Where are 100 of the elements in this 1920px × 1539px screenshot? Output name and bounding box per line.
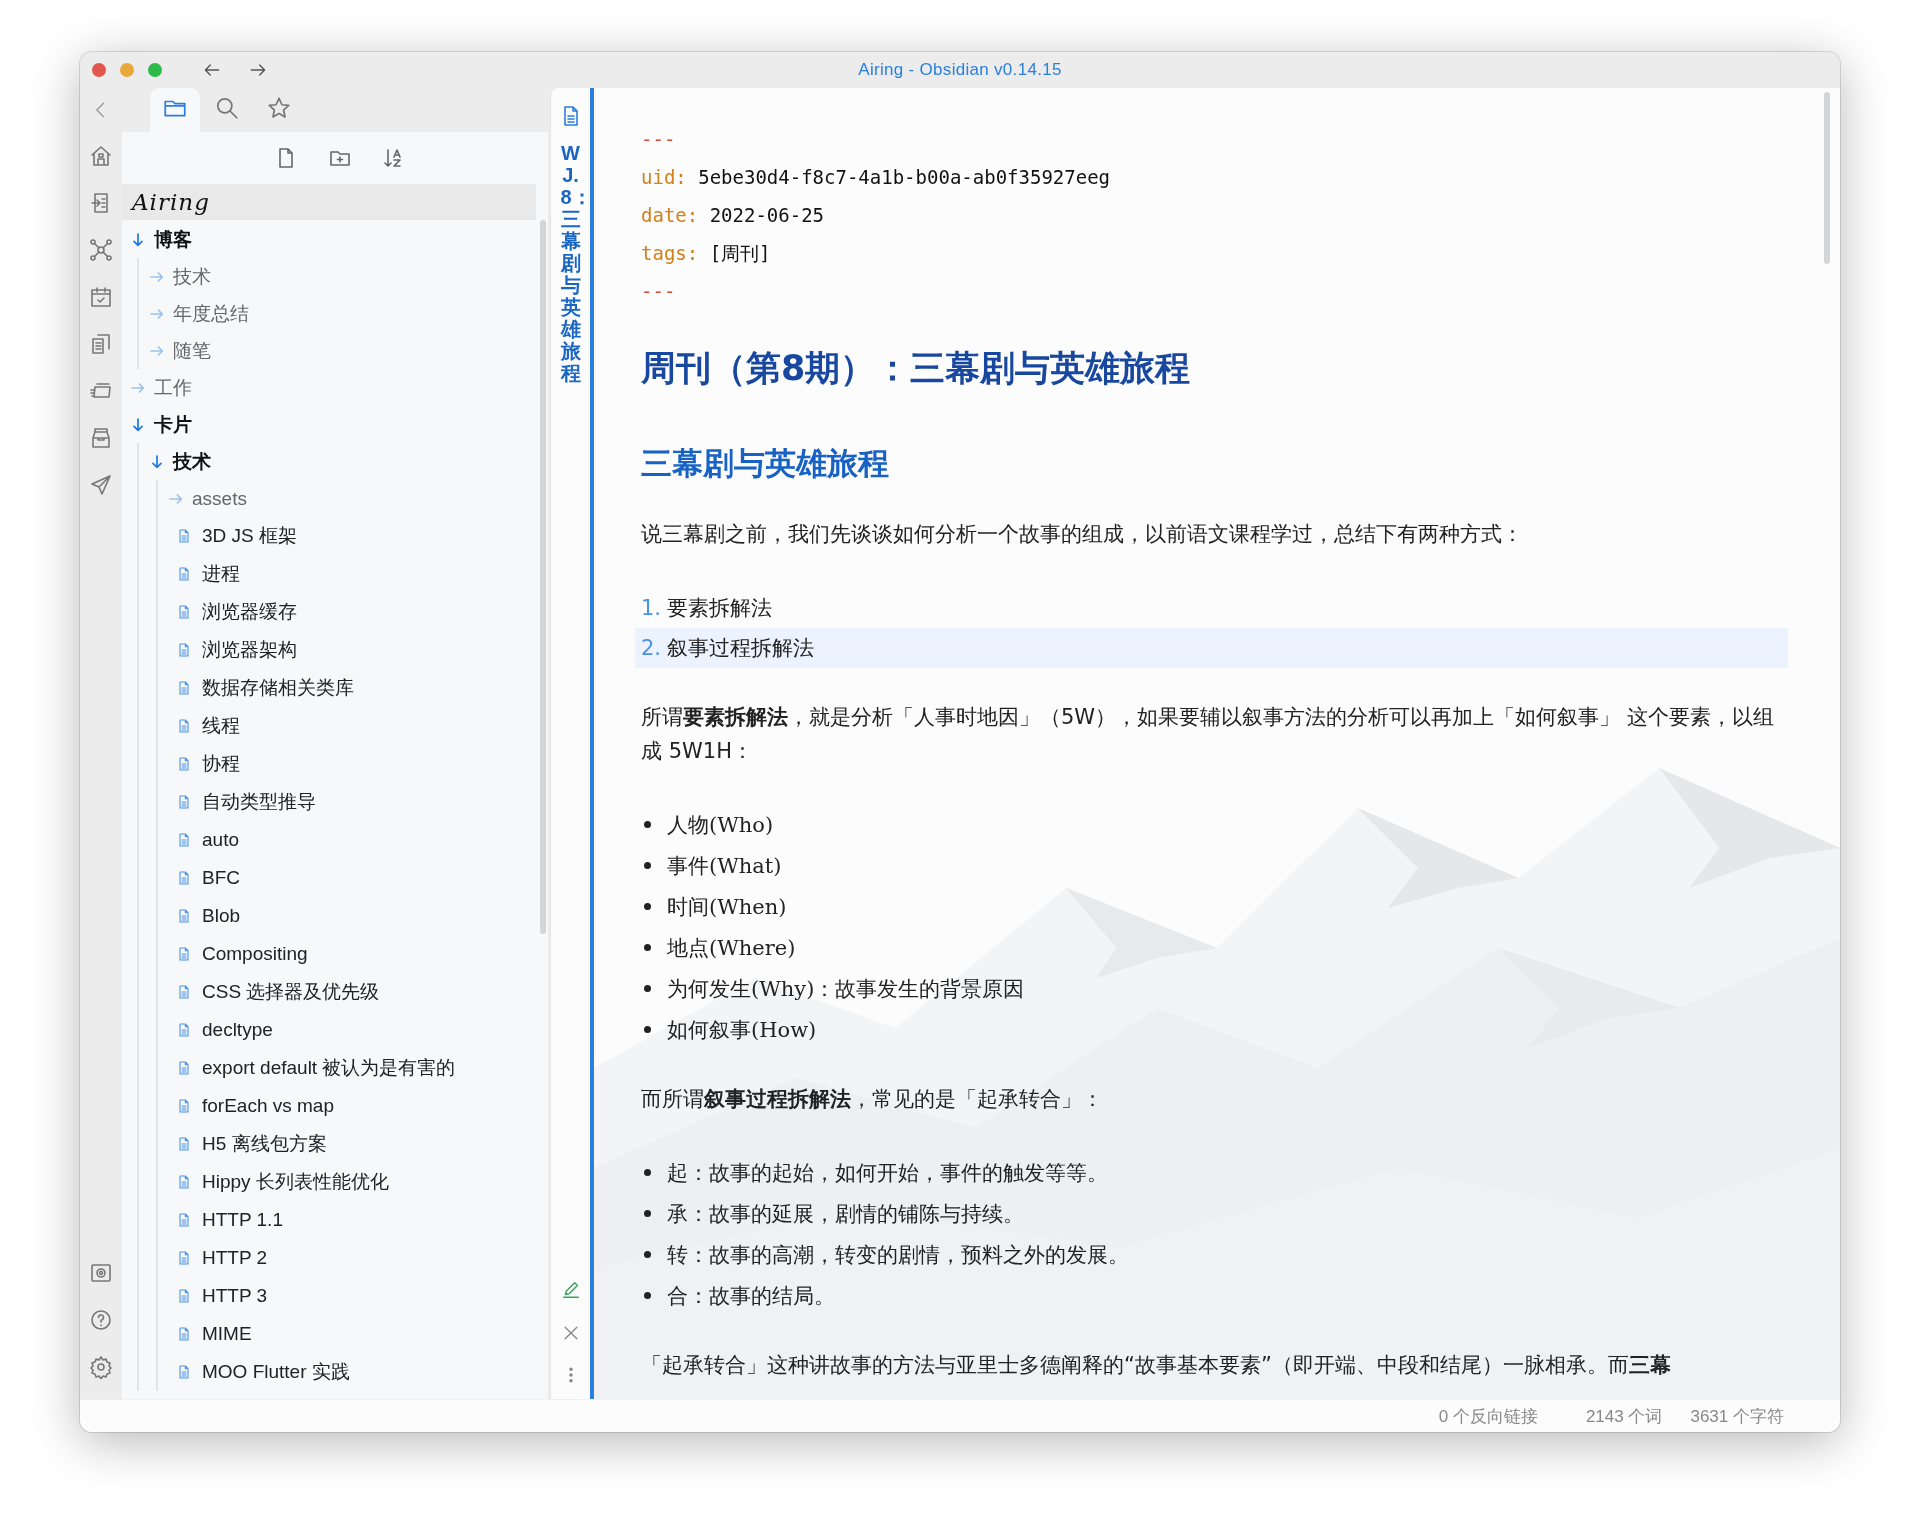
- bullet-dot: [644, 1251, 651, 1258]
- file-name[interactable]: 进程: [202, 561, 240, 587]
- list-item: 合：故事的结局。: [667, 1282, 835, 1310]
- send-icon[interactable]: [89, 473, 113, 497]
- search-icon[interactable]: [214, 95, 240, 121]
- property-key: tags:: [641, 242, 699, 264]
- bullet-dot: [644, 862, 651, 869]
- folder-name[interactable]: 技术: [173, 263, 211, 290]
- bullet-dot: [644, 944, 651, 951]
- folder-name[interactable]: 博客: [154, 226, 192, 253]
- scrollbar[interactable]: [1824, 92, 1830, 264]
- file-icon: [176, 1059, 192, 1077]
- file-icon: [176, 1211, 192, 1229]
- file-name[interactable]: H5 离线包方案: [202, 1131, 327, 1157]
- status-text: 0 个反向链接: [1437, 1405, 1539, 1428]
- property-value: [周刊]: [709, 242, 771, 264]
- graph-icon[interactable]: [89, 238, 113, 262]
- vault-icon[interactable]: [89, 1261, 113, 1285]
- star-icon[interactable]: [266, 95, 292, 121]
- folder-name[interactable]: 技术: [173, 448, 211, 475]
- file-icon: [176, 641, 192, 659]
- file-icon: [176, 603, 192, 621]
- list-item: 承：故事的延展，剧情的铺陈与持续。: [667, 1200, 1024, 1228]
- file-name[interactable]: BFC: [202, 867, 240, 889]
- note-title: 周刊（第8期）：三幕剧与英雄旅程: [641, 347, 1192, 390]
- maximize-button[interactable]: [148, 63, 162, 77]
- pages-icon[interactable]: [89, 332, 113, 356]
- paragraph: 所谓要素拆解法，就是分析「人事时地因」（5W），如果要辅以叙事方法的分析可以再加上「如何叙事」 这个要素，以组成 5W1H：: [641, 704, 1775, 765]
- file-name[interactable]: Hippy 长列表性能优化: [202, 1169, 389, 1195]
- file-name[interactable]: HTTP 2: [202, 1247, 268, 1269]
- file-name[interactable]: 3D JS 框架: [202, 523, 298, 549]
- list-item: 要素拆解法: [667, 595, 773, 622]
- file-icon: [176, 679, 192, 697]
- file-name[interactable]: forEach vs map: [202, 1095, 334, 1117]
- file-name[interactable]: 浏览器架构: [202, 637, 297, 663]
- paragraph: 说三幕剧之前，我们先谈谈如何分析一个故事的组成，以前语文课程学过，总结下有两种方式：: [641, 521, 1524, 548]
- file-name[interactable]: auto: [202, 829, 239, 851]
- inbox-icon[interactable]: [89, 426, 113, 450]
- paragraph: 「起承转合」这种讲故事的方法与亚里士多德阐释的“故事基本要素”（即开端、中段和结尾）一脉相承。而三幕: [641, 1352, 1672, 1379]
- help-icon[interactable]: [89, 1308, 113, 1332]
- file-icon: [176, 1173, 192, 1191]
- file-icon: [176, 565, 192, 583]
- list-item: 时间(When): [667, 893, 787, 921]
- file-icon: [176, 755, 192, 773]
- list-item: 事件(What): [667, 852, 782, 880]
- file-icon: [176, 1363, 192, 1381]
- file-icon: [176, 717, 192, 735]
- status-text: 2143 个词: [1584, 1405, 1664, 1428]
- list-item: 为何发生(Why)：故事发生的背景原因: [667, 975, 1025, 1003]
- frontmatter-delimiter: ---: [641, 280, 676, 302]
- settings-icon[interactable]: [89, 1355, 113, 1379]
- bullet-dot: [644, 1026, 651, 1033]
- file-name[interactable]: HTTP 3: [202, 1285, 268, 1307]
- scrollbar[interactable]: [540, 220, 546, 934]
- list-item: 人物(Who): [667, 811, 774, 839]
- sidebar-tab[interactable]: [150, 88, 200, 132]
- file-name[interactable]: MOO Flutter 实践: [202, 1359, 350, 1385]
- file-name[interactable]: 协程: [202, 751, 240, 777]
- folder-name[interactable]: 随笔: [173, 337, 211, 364]
- file-name[interactable]: Compositing: [202, 943, 308, 965]
- status-text: 3631 个字符: [1689, 1405, 1785, 1428]
- folder-name[interactable]: 工作: [154, 374, 192, 401]
- file-name[interactable]: Blob: [202, 905, 241, 927]
- window-title: Airing - Obsidian v0.14.15: [858, 60, 1062, 80]
- file-name[interactable]: 浏览器缓存: [202, 599, 297, 625]
- file-name[interactable]: 线程: [202, 713, 240, 739]
- list-item: 如何叙事(How): [667, 1016, 817, 1044]
- file-icon: [176, 1021, 192, 1039]
- bullet-dot: [644, 903, 651, 910]
- file-name[interactable]: MIME: [202, 1323, 252, 1345]
- vault-name[interactable]: Airing: [132, 189, 210, 215]
- folder-name[interactable]: 卡片: [154, 411, 192, 438]
- expand-arrow-icon[interactable]: [130, 416, 146, 433]
- list-item: 转：故事的高潮，转变的剧情，预料之外的发展。: [667, 1241, 1129, 1269]
- expand-arrow-icon[interactable]: [130, 231, 146, 248]
- property-value: 5ebe30d4-f8c7-4a1b-b00a-ab0f35927eeg: [698, 166, 1111, 188]
- file-name[interactable]: decltype: [202, 1019, 273, 1041]
- file-name[interactable]: HTTP 1.1: [202, 1209, 283, 1231]
- bullet-dot: [644, 1169, 651, 1176]
- list-item: 叙事过程拆解法: [667, 635, 815, 662]
- file-icon: [176, 1249, 192, 1267]
- bullet-dot: [644, 1292, 651, 1299]
- file-icon: [176, 1097, 192, 1115]
- list-item: 起：故事的起始，如何开始，事件的触发等等。: [667, 1159, 1108, 1187]
- calendar-icon[interactable]: [89, 285, 113, 309]
- folder-name[interactable]: 年度总结: [173, 300, 249, 327]
- list-number: 1.: [641, 596, 662, 620]
- file-name[interactable]: export default 被认为是有害的: [202, 1055, 456, 1081]
- file-icon: [176, 527, 192, 545]
- file-name[interactable]: CSS 选择器及优先级: [202, 979, 380, 1005]
- list-item: 地点(Where): [667, 934, 796, 962]
- file-name[interactable]: 自动类型推导: [202, 789, 316, 815]
- file-icon: [176, 869, 192, 887]
- expand-arrow-icon[interactable]: [149, 453, 165, 470]
- file-name[interactable]: 数据存储相关类库: [202, 675, 354, 701]
- folder-name[interactable]: assets: [192, 487, 247, 510]
- close-button[interactable]: [92, 63, 106, 77]
- file-icon: [176, 983, 192, 1001]
- home-icon[interactable]: [89, 144, 113, 168]
- file-icon: [176, 1135, 192, 1153]
